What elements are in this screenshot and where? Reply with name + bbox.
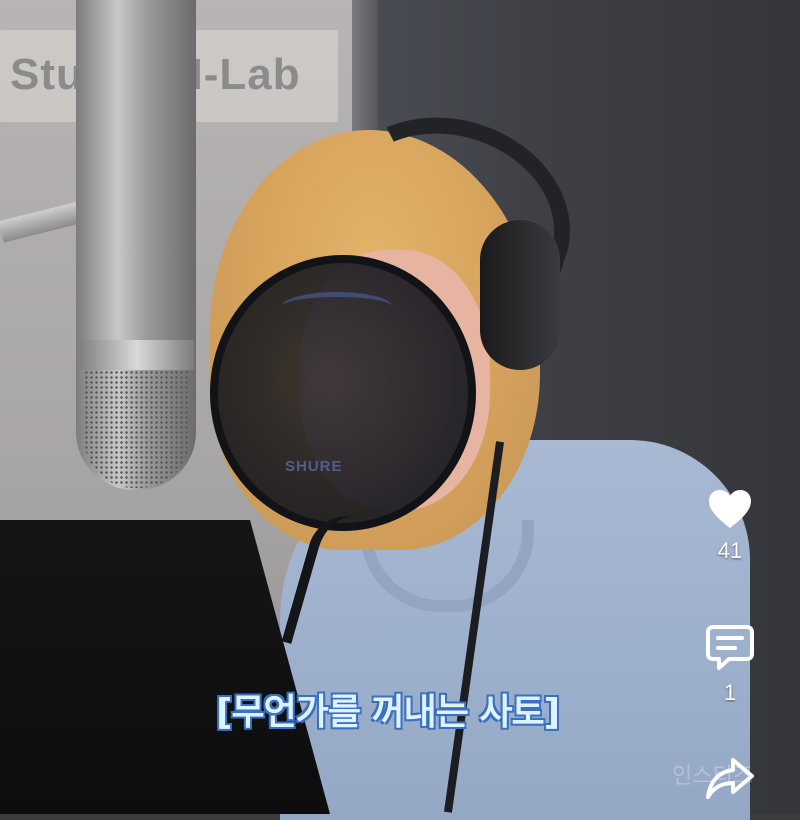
pop-filter-rim: [282, 292, 392, 321]
microphone-grille: [84, 370, 190, 488]
video-subtitle: [무언가를 꺼내는 사토]: [216, 692, 560, 733]
pop-filter-brand: SHURE: [285, 458, 343, 475]
site-watermark: 인스티즈: [672, 764, 753, 789]
heart-icon: [707, 488, 753, 530]
like-count: 41: [717, 538, 743, 563]
side-action-bar: 41 1: [694, 488, 766, 800]
comment-icon: [705, 624, 755, 672]
comment-count: 1: [723, 680, 737, 705]
like-button[interactable]: 41: [707, 488, 753, 564]
comment-button[interactable]: 1: [705, 624, 755, 706]
microphone-band: [80, 340, 194, 370]
headphones-cup: [480, 220, 560, 370]
video-frame[interactable]: Studio M-Lab SHURE [무언가를 꺼내는 사토]: [0, 0, 800, 820]
